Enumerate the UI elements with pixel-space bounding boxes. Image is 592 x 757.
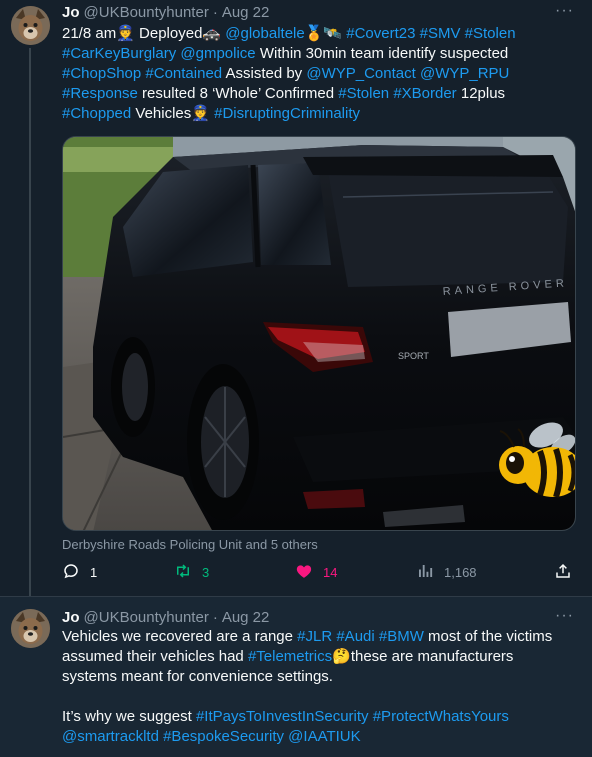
tweet-text-segment: Within 30min team identify suspected	[259, 45, 509, 62]
reply-button[interactable]: 1	[62, 562, 97, 583]
hashtag-link[interactable]: #Stolen	[338, 85, 389, 102]
hashtag-link[interactable]: #ProtectWhatsYours	[373, 708, 509, 725]
share-button[interactable]	[554, 562, 572, 583]
tweet-text: 21/8 am👮 Deployed🚓 @globaltele🏅🛰️ #Cover…	[62, 24, 582, 124]
hashtag-link[interactable]: #Contained	[145, 65, 222, 82]
thread-connector-line	[29, 48, 31, 596]
retweet-icon	[174, 562, 192, 583]
author-handle[interactable]: @UKBountyhunter	[84, 4, 209, 21]
tweet-image[interactable]: RANGE ROVER SPORT	[62, 136, 576, 531]
tweet[interactable]: Jo @UKBountyhunter · Aug 22 ··· 21/8 am👮…	[0, 0, 592, 596]
share-icon	[554, 562, 572, 583]
media-tagged-users[interactable]: Derbyshire Roads Policing Unit and 5 oth…	[62, 537, 318, 552]
hashtag-link[interactable]: #Telemetrics	[248, 648, 332, 665]
more-icon[interactable]: ···	[555, 2, 574, 20]
hashtag-link[interactable]: #XBorder	[393, 85, 456, 102]
heart-icon	[295, 562, 313, 583]
mention-link[interactable]: @IAATIUK	[288, 728, 360, 745]
views-icon	[416, 562, 434, 583]
mention-link[interactable]: @WYP_RPU	[420, 65, 509, 82]
separator-dot: ·	[212, 3, 218, 21]
hashtag-link[interactable]: #JLR	[297, 628, 332, 645]
avatar[interactable]	[11, 6, 50, 45]
tweet-date[interactable]: Aug 22	[222, 609, 270, 626]
views-count: 1,168	[444, 565, 477, 580]
tweet-header: Jo @UKBountyhunter · Aug 22 ···	[62, 607, 580, 627]
hashtag-link[interactable]: #Covert23	[346, 25, 415, 42]
hashtag-link[interactable]: #Chopped	[62, 105, 131, 122]
reply-icon	[62, 562, 80, 583]
car-photo: RANGE ROVER SPORT	[63, 137, 575, 530]
hashtag-link[interactable]: #DisruptingCriminality	[214, 105, 360, 122]
mention-link[interactable]: @gmpolice	[180, 45, 255, 62]
tweet-text-segment: 12plus	[460, 85, 506, 102]
tweet-header: Jo @UKBountyhunter · Aug 22 ···	[62, 2, 580, 22]
tweet-text: Vehicles we recovered are a range #JLR #…	[62, 627, 582, 747]
views-button[interactable]: 1,168	[416, 562, 477, 583]
tweet-text-segment: 🏅🛰️	[304, 25, 347, 42]
hashtag-link[interactable]: #BespokeSecurity	[163, 728, 284, 745]
more-icon[interactable]: ···	[555, 607, 574, 625]
hashtag-link[interactable]: #Response	[62, 85, 138, 102]
tweet[interactable]: Jo @UKBountyhunter · Aug 22 ··· Vehicles…	[0, 596, 592, 757]
mention-link[interactable]: @smartrackltd	[62, 728, 159, 745]
separator-dot: ·	[212, 608, 218, 626]
author-name[interactable]: Jo	[62, 609, 80, 626]
tweet-actions: 1 3 14 1,168	[62, 562, 576, 588]
tweet-text-segment: Vehicles we recovered are a range	[62, 628, 298, 645]
tweet-date[interactable]: Aug 22	[222, 4, 270, 21]
tweet-text-segment: Assisted by	[222, 65, 307, 82]
hashtag-link[interactable]: #ChopShop	[62, 65, 141, 82]
like-button[interactable]: 14	[295, 562, 337, 583]
mention-link[interactable]: @WYP_Contact	[306, 65, 415, 82]
retweet-count: 3	[202, 565, 210, 580]
author-name[interactable]: Jo	[62, 4, 80, 21]
hashtag-link[interactable]: #CarKeyBurglary	[62, 45, 176, 62]
sport-badge: SPORT	[398, 351, 429, 361]
hashtag-link[interactable]: #BMW	[379, 628, 424, 645]
author-handle[interactable]: @UKBountyhunter	[84, 609, 209, 626]
like-count: 14	[323, 565, 338, 580]
hashtag-link[interactable]: #SMV	[420, 25, 461, 42]
retweet-button[interactable]: 3	[174, 562, 209, 583]
tweet-text-segment: resulted 8 ‘Whole’ Confirmed	[137, 85, 339, 102]
hashtag-link[interactable]: #Stolen	[465, 25, 516, 42]
tweet-text-segment: 21/8 am👮 Deployed🚓	[62, 25, 226, 42]
hashtag-link[interactable]: #Audi	[336, 628, 374, 645]
tweet-text-segment: Vehicles👮	[131, 105, 215, 122]
hashtag-link[interactable]: #ItPaysToInvestInSecurity	[196, 708, 369, 725]
avatar[interactable]	[11, 609, 50, 648]
reply-count: 1	[90, 565, 98, 580]
mention-link[interactable]: @globaltele	[225, 25, 304, 42]
